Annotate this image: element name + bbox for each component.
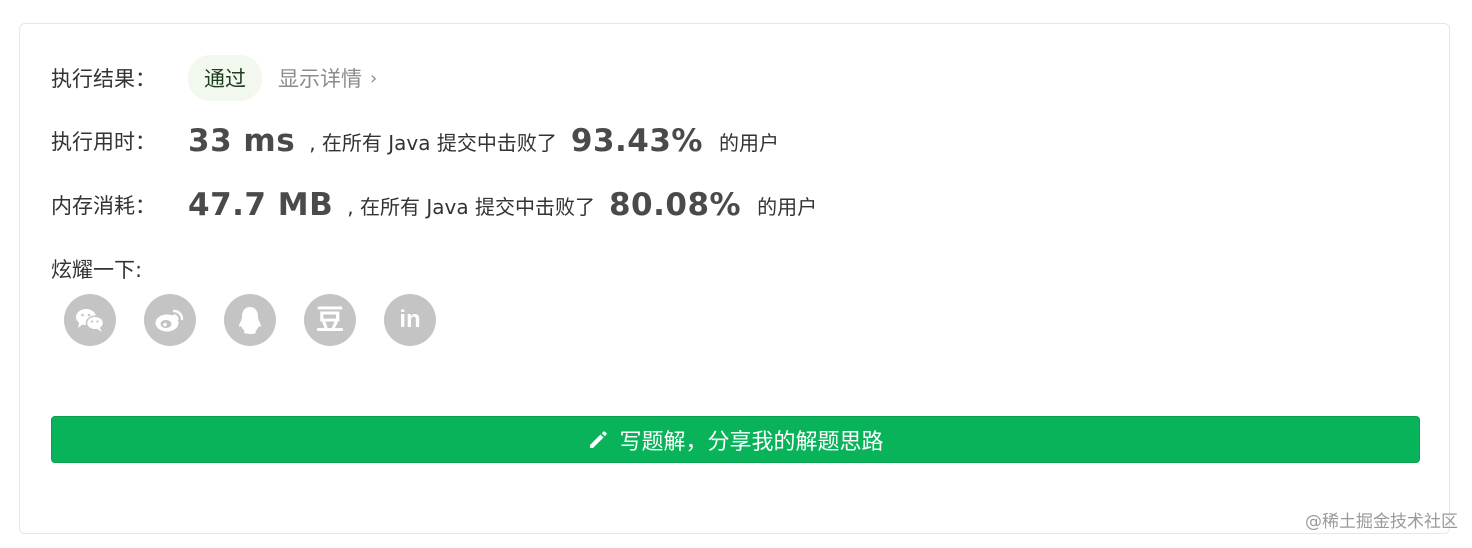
douban-icon[interactable]: 豆: [304, 294, 356, 346]
linkedin-icon[interactable]: in: [384, 294, 436, 346]
chevron-right-icon: ›: [370, 67, 378, 89]
memory-middle-text: , 在所有 Java 提交中击败了: [347, 194, 595, 219]
memory-label: 内存消耗：: [51, 194, 156, 218]
show-details-link[interactable]: 显示详情 ›: [278, 63, 377, 93]
watermark: @稀土掘金技术社区: [1305, 512, 1458, 532]
result-label: 执行结果：: [51, 67, 156, 91]
submission-result-card: 执行结果： 通过 显示详情 › 执行用时： 33 ms , 在所有 Java 提…: [19, 23, 1450, 534]
runtime-tail-text: 的用户: [719, 130, 779, 155]
runtime-value: 33 ms: [188, 123, 296, 159]
share-label: 炫耀一下:: [51, 258, 143, 282]
qq-icon[interactable]: [224, 294, 276, 346]
douban-glyph: 豆: [315, 303, 344, 336]
wechat-icon[interactable]: [64, 294, 116, 346]
write-solution-label: 写题解，分享我的解题思路: [619, 429, 884, 455]
runtime-label: 执行用时：: [51, 130, 156, 154]
memory-value: 47.7 MB: [188, 187, 334, 223]
runtime-percent: 93.43%: [570, 123, 703, 159]
write-solution-button[interactable]: 写题解，分享我的解题思路: [51, 416, 1420, 463]
result-row: 执行结果： 通过 显示详情 ›: [51, 55, 377, 101]
memory-row: 内存消耗： 47.7 MB , 在所有 Java 提交中击败了 80.08% 的…: [51, 187, 817, 223]
memory-percent: 80.08%: [608, 187, 742, 223]
weibo-icon[interactable]: [144, 294, 196, 346]
pencil-icon: [590, 430, 608, 448]
share-icons: 豆 in: [64, 294, 436, 346]
memory-tail-text: 的用户: [757, 194, 818, 219]
status-badge: 通过: [188, 55, 262, 101]
runtime-row: 执行用时： 33 ms , 在所有 Java 提交中击败了 93.43% 的用户: [51, 123, 779, 159]
show-details-label: 显示详情: [278, 67, 362, 91]
runtime-middle-text: , 在所有 Java 提交中击败了: [309, 130, 557, 155]
linkedin-glyph: in: [399, 306, 421, 333]
